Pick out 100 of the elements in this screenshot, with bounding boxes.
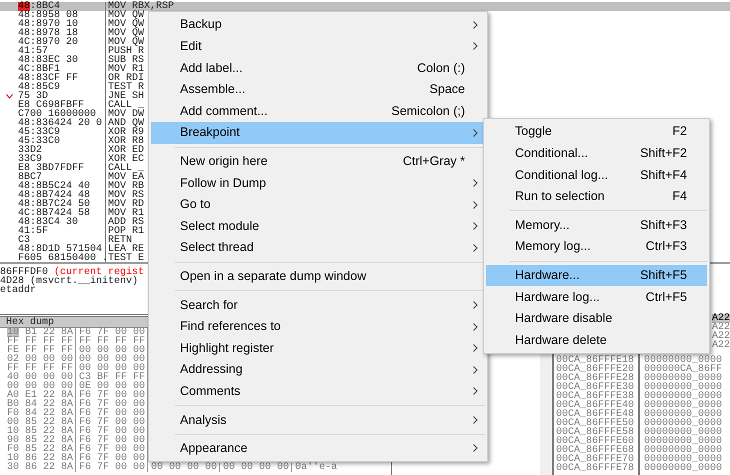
menu-item[interactable]: Comments: [151, 380, 485, 402]
menu-item[interactable]: Search for: [151, 294, 485, 316]
disassembly-row[interactable]: 48:85C9 TEST R: [0, 83, 146, 92]
disassembly-row[interactable]: E8 C698FBFF CALL _: [0, 101, 146, 110]
disassembly-row[interactable]: 75 3D JNE SH: [0, 92, 146, 101]
disassembly-row[interactable]: 48:83EC 30 SUB RS: [0, 56, 146, 65]
menu-item[interactable]: Appearance: [151, 438, 485, 460]
stack-value: 00000000_0000: [644, 356, 724, 365]
menu-item[interactable]: Addressing: [151, 358, 485, 380]
instruction: MOV QW: [107, 20, 144, 29]
stack-value: 00000000_0000: [644, 392, 724, 401]
hex-bytes: F605 68150400 .: [18, 254, 108, 262]
menu-item[interactable]: Go to: [151, 194, 485, 216]
hex-bytes: 40 00 00 00: [7, 373, 74, 382]
stack-address: 00CA_86FFFE58: [556, 428, 636, 437]
menu-item[interactable]: Edit: [151, 36, 485, 58]
menu-item[interactable]: Select module: [151, 215, 485, 237]
disassembly-row[interactable]: 41:57 PUSH R: [0, 47, 146, 56]
hex-bytes: 00 00 00 00: [7, 382, 74, 391]
menu-item[interactable]: Highlight register: [151, 337, 485, 359]
disassembly-row[interactable]: 4C:8BF1 MOV R1: [0, 65, 146, 74]
instruction: RETN: [107, 236, 132, 245]
instruction: OR RDI: [107, 74, 144, 83]
menu-item[interactable]: Memory log... Ctrl+F3: [486, 236, 707, 258]
menu-item[interactable]: Assemble... Space: [151, 78, 485, 100]
menu-item[interactable]: Toggle F2: [486, 121, 707, 143]
menu-item[interactable]: Conditional... Shift+F2: [486, 142, 707, 164]
disassembly-row[interactable]: 48:8978 18 MOV QW: [0, 29, 146, 38]
disassembly-row[interactable]: 48:8B7C24 50 MOV RD: [0, 200, 146, 209]
hex-bytes: 8BC7: [18, 173, 42, 182]
stack-address: 00CA_86FFFE38: [556, 392, 636, 401]
instruction: MOV DW: [107, 110, 144, 119]
hex-bytes: 45:33C9: [18, 128, 60, 137]
instruction: LEA RE: [107, 245, 144, 254]
shortcut-text: Semicolon (;): [391, 102, 465, 120]
hex-bytes: 48:8D1D 571504: [18, 245, 102, 254]
stack-value: 00000000_0000: [644, 374, 724, 383]
hex-bytes: 48:83EC 30: [18, 56, 78, 65]
hex-bytes: F6 7F 00 00: [79, 418, 146, 427]
stack-address: 00CA_86FFFE50: [556, 419, 636, 428]
disassembly-row[interactable]: 48:8958 08 MOV QW: [0, 11, 146, 20]
stack-value: 00000000_0000: [644, 437, 724, 446]
stack-value: 00000000_0000: [644, 419, 724, 428]
stack-value[interactable]: A22: [712, 341, 730, 350]
hex-bytes: 10 86 22 8A: [7, 454, 74, 463]
disassembly-row[interactable]: C3 RETN: [0, 236, 146, 245]
stack-value[interactable]: A22: [712, 314, 730, 323]
disassembly-row[interactable]: 4C:8970 20 MOV QW: [0, 38, 146, 47]
menu-item[interactable]: Breakpoint: [151, 122, 485, 144]
menu-item[interactable]: New origin here Ctrl+Gray *: [151, 150, 485, 172]
disassembly-row[interactable]: 4C:8B7424 58 MOV R1: [0, 209, 146, 218]
disassembly-row[interactable]: 48:83CF FF OR RDI: [0, 74, 146, 83]
menu-item[interactable]: Add label... Colon (:): [151, 57, 485, 79]
menu-item[interactable]: Conditional log... Shift+F4: [486, 164, 707, 186]
menu-item[interactable]: Analysis: [151, 409, 485, 431]
disassembly-row[interactable]: 45:33C0 XOR R8: [0, 137, 146, 146]
disassembly-row[interactable]: 45:33C9 XOR R9: [0, 128, 146, 137]
menu-item[interactable]: Open in a separate dump window: [151, 266, 485, 288]
disassembly-row[interactable]: 33C9 XOR EC: [0, 155, 146, 164]
hex-bytes: 00 00 00 00: [151, 463, 218, 472]
disassembly-row[interactable]: 8BC7 MOV EA: [0, 173, 146, 182]
menu-item[interactable]: Memory... Shift+F3: [486, 214, 707, 236]
shortcut-text: Ctrl+Gray *: [402, 152, 465, 170]
disassembly-row[interactable]: 41:5F POP R1: [0, 227, 146, 236]
disassembly-row[interactable]: E8 3BD7FDFF CALL _: [0, 164, 146, 173]
hex-bytes: 41:57: [18, 47, 48, 56]
disassembly-row[interactable]: 33D2 XOR ED: [0, 146, 146, 155]
stack-value: 00000000_0000: [644, 446, 724, 455]
stack-address: 00CA_86FFFE28: [556, 374, 636, 383]
stack-address: 00CA_86FFFE48: [556, 410, 636, 419]
menu-item[interactable]: Find references to: [151, 316, 485, 338]
stack-value[interactable]: A22: [712, 323, 730, 332]
disassembly-row[interactable]: 48:8B5C24 40 MOV RB: [0, 182, 146, 191]
disassembly-row[interactable]: 48:83C4 30 ADD RS: [0, 218, 146, 227]
instruction: POP R1: [107, 227, 144, 236]
menu-item[interactable]: Backup: [151, 14, 485, 36]
disassembly-row[interactable]: 48:8970 10 MOV QW: [0, 20, 146, 29]
hex-bytes: 00 00 00 00: [79, 364, 146, 373]
menu-item[interactable]: Hardware disable: [486, 308, 707, 330]
breakpoint-marker: 48: [18, 2, 30, 11]
hex-bytes: F6 7F 00 00: [79, 328, 146, 337]
hex-bytes: 48:8B7424 48: [18, 191, 90, 200]
disassembly-row[interactable]: 48:8B7424 48 MOV RS: [0, 191, 146, 200]
stack-value[interactable]: A22: [712, 332, 730, 341]
stack-address: 00CA_86FFFE68: [556, 446, 636, 455]
menu-item[interactable]: Hardware log... Ctrl+F5: [486, 286, 707, 308]
menu-item[interactable]: Add comment... Semicolon (;): [151, 100, 485, 122]
hex-bytes: 90 85 22 8A: [7, 436, 74, 445]
disassembly-row[interactable]: 48:8BC4 MOV RBX,RSP: [0, 2, 730, 11]
menu-item[interactable]: Hardware delete: [486, 329, 707, 351]
menu-item[interactable]: Follow in Dump: [151, 172, 485, 194]
menu-item[interactable]: Run to selection F4: [486, 186, 707, 208]
disassembly-row[interactable]: C700 16000000 MOV DW: [0, 110, 146, 119]
disassembly-row[interactable]: 48:836424 20 0 AND QW: [0, 119, 146, 128]
menu-item[interactable]: Hardware... Shift+F5: [486, 264, 707, 286]
hex-bytes: 48:836424 20 0: [18, 119, 102, 128]
disassembly-row[interactable]: F605 68150400 .TEST E: [0, 254, 146, 262]
menu-item[interactable]: Select thread: [151, 236, 485, 259]
disassembly-row[interactable]: 48:8D1D 571504 LEA RE: [0, 245, 146, 254]
hex-bytes: 00 00 00 00: [79, 355, 146, 364]
